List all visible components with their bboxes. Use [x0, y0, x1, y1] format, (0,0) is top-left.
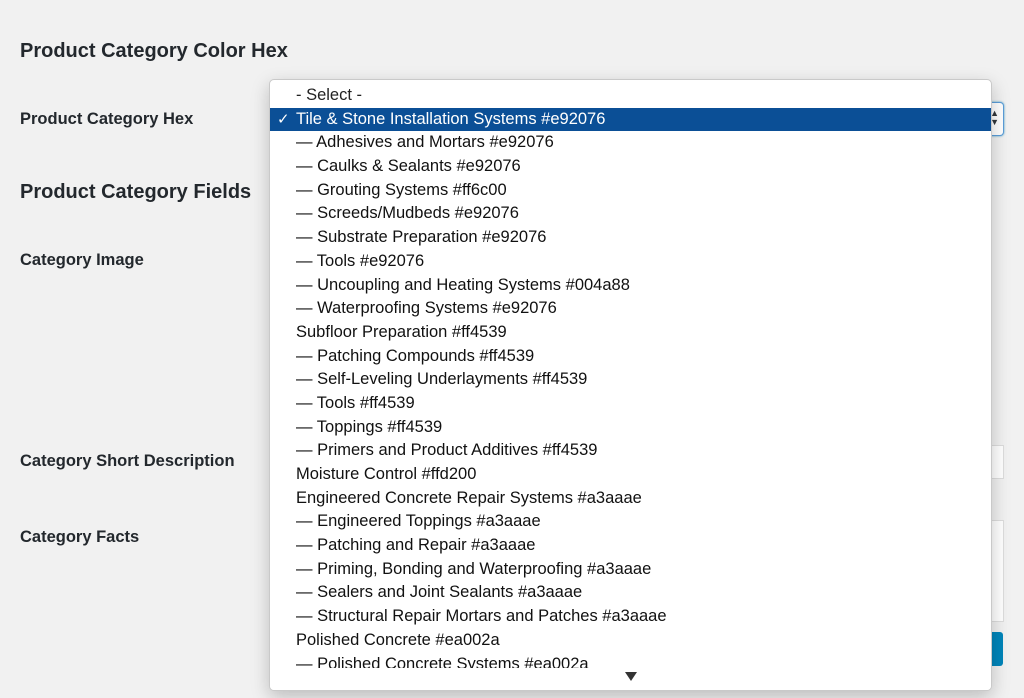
dropdown-option-label: — Tools #e92076 [296, 251, 425, 270]
dropdown-option-label: — Waterproofing Systems #e92076 [296, 299, 557, 318]
dropdown-option[interactable]: — Adhesives and Mortars #e92076 [270, 131, 991, 155]
dropdown-option-label: — Caulks & Sealants #e92076 [296, 157, 521, 176]
dropdown-option-label: — Substrate Preparation #e92076 [296, 228, 547, 247]
dropdown-option[interactable]: — Structural Repair Mortars and Patches … [270, 605, 991, 629]
dropdown-option[interactable]: ✓ Tile & Stone Installation Systems #e920… [270, 107, 991, 132]
dropdown-option-label: Polished Concrete #ea002a [296, 630, 500, 649]
scroll-down-arrow-icon[interactable] [270, 668, 991, 690]
dropdown-option[interactable]: — Sealers and Joint Sealants #a3aaae [270, 581, 991, 605]
dropdown-option-label: — Uncoupling and Heating Systems #004a88 [296, 275, 630, 294]
checkmark-icon: ✓ [277, 110, 290, 128]
dropdown-option[interactable]: — Tools #ff4539 [270, 392, 991, 416]
dropdown-option-label: — Primers and Product Additives #ff4539 [296, 441, 598, 460]
section-title-category-fields: Product Category Fields [20, 181, 252, 203]
dropdown-option[interactable]: — Patching and Repair #a3aaae [270, 534, 991, 558]
dropdown-option[interactable]: — Tools #e92076 [270, 250, 991, 274]
section-title-color-hex: Product Category Color Hex [20, 40, 288, 62]
dropdown-option[interactable]: — Self-Leveling Underlayments #ff4539 [270, 368, 991, 392]
dropdown-option-label: — Sealers and Joint Sealants #a3aaae [296, 583, 583, 602]
dropdown-option-label: — Structural Repair Mortars and Patches … [296, 607, 667, 626]
dropdown-option[interactable]: Engineered Concrete Repair Systems #a3aa… [270, 487, 991, 511]
dropdown-option-label: Tile & Stone Installation Systems #e9207… [296, 109, 606, 128]
dropdown-option[interactable]: — Toppings #ff4539 [270, 416, 991, 440]
dropdown-option[interactable]: — Primers and Product Additives #ff4539 [270, 439, 991, 463]
dropdown-option[interactable]: — Screeds/Mudbeds #e92076 [270, 202, 991, 226]
label-product-category-hex: Product Category Hex [20, 110, 194, 128]
dropdown-option-label: — Engineered Toppings #a3aaae [296, 512, 541, 531]
dropdown-option[interactable]: Subfloor Preparation #ff4539 [270, 321, 991, 345]
dropdown-option[interactable]: — Caulks & Sealants #e92076 [270, 155, 991, 179]
dropdown-option-label: — Patching and Repair #a3aaae [296, 536, 536, 555]
dropdown-option-label: — Priming, Bonding and Waterproofing #a3… [296, 559, 652, 578]
dropdown-option[interactable]: Moisture Control #ffd200 [270, 463, 991, 487]
dropdown-option[interactable]: — Waterproofing Systems #e92076 [270, 297, 991, 321]
dropdown-option[interactable]: — Engineered Toppings #a3aaae [270, 510, 991, 534]
label-category-facts: Category Facts [20, 528, 140, 546]
dropdown-option[interactable]: — Grouting Systems #ff6c00 [270, 179, 991, 203]
category-hex-dropdown[interactable]: - Select - ✓ Tile & Stone Installation Sys… [269, 79, 992, 691]
dropdown-option[interactable]: — Patching Compounds #ff4539 [270, 345, 991, 369]
dropdown-option-label: Moisture Control #ffd200 [296, 465, 477, 483]
label-category-image: Category Image [20, 251, 144, 269]
dropdown-option-label: — Screeds/Mudbeds #e92076 [296, 204, 519, 223]
dropdown-option-label: Engineered Concrete Repair Systems #a3aa… [296, 488, 642, 507]
dropdown-option-label: - Select - [296, 86, 363, 104]
dropdown-option-label: — Grouting Systems #ff6c00 [296, 180, 507, 199]
dropdown-option[interactable]: — Priming, Bonding and Waterproofing #a3… [270, 558, 991, 582]
dropdown-option-label: — Tools #ff4539 [296, 393, 415, 412]
dropdown-option[interactable]: — Substrate Preparation #e92076 [270, 226, 991, 250]
dropdown-options-list[interactable]: - Select - ✓ Tile & Stone Installation Sys… [270, 84, 991, 670]
label-category-short-description: Category Short Description [20, 452, 235, 470]
dropdown-option-placeholder[interactable]: - Select - [270, 84, 991, 108]
dropdown-option[interactable]: Polished Concrete #ea002a [270, 629, 991, 653]
dropdown-option-label: Subfloor Preparation #ff4539 [296, 322, 507, 341]
dropdown-option-label: — Toppings #ff4539 [296, 417, 443, 436]
dropdown-option-label: — Patching Compounds #ff4539 [296, 346, 535, 365]
dropdown-option-label: — Adhesives and Mortars #e92076 [296, 133, 554, 152]
dropdown-option[interactable]: — Uncoupling and Heating Systems #004a88 [270, 274, 991, 298]
dropdown-option-label: — Self-Leveling Underlayments #ff4539 [296, 370, 588, 389]
